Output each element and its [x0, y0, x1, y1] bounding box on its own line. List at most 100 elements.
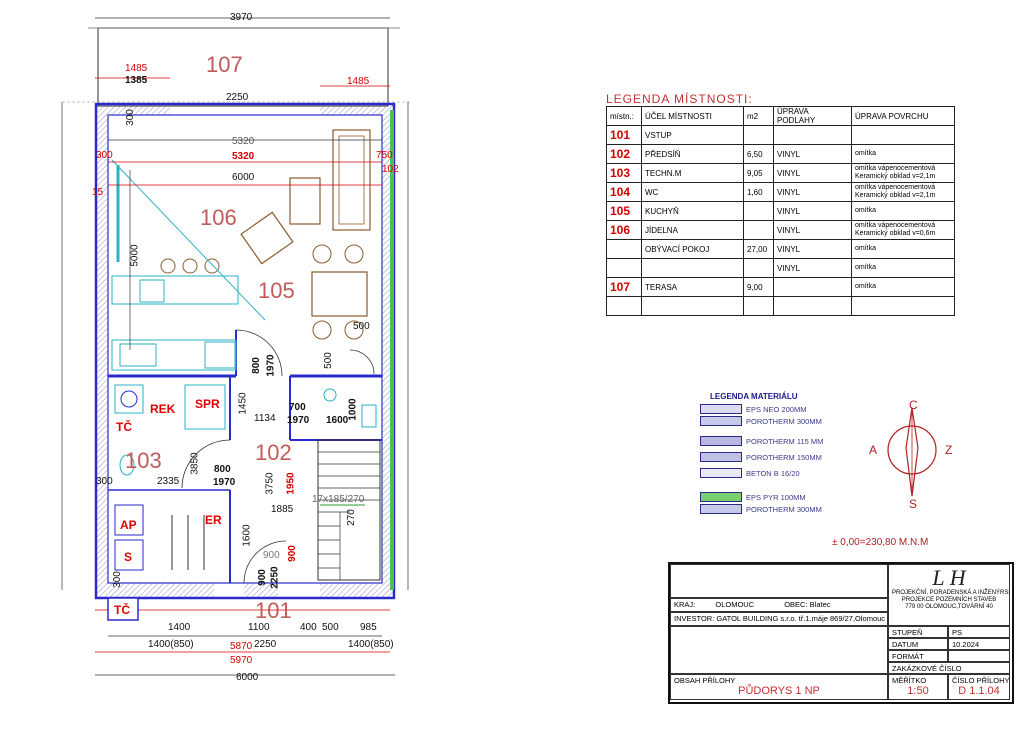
room-legend-area: 9,05: [743, 163, 774, 183]
room-legend-area: [743, 125, 774, 145]
tb-blank: [670, 564, 888, 598]
material-swatch: [700, 436, 742, 446]
meritko-value: 1:50: [907, 685, 929, 697]
compass-south: S: [909, 497, 918, 511]
material-swatch: [700, 468, 742, 478]
room-legend-surface: [851, 125, 955, 145]
priloha-value: D 1.1.04: [958, 685, 1000, 697]
material-item: EPS NEO 200MM: [700, 404, 806, 414]
room-legend-floor: VINYL: [773, 163, 852, 183]
dim-800b: 800: [214, 464, 231, 475]
room-legend-row: [606, 296, 955, 316]
room-legend-floor: [773, 277, 852, 297]
room-legend-row: VINYL omítka: [606, 258, 955, 278]
obec-label: OBEC:: [784, 600, 808, 609]
dim-b-1400-850a: 1400(850): [148, 639, 194, 650]
header-mistn: místn.:: [606, 106, 642, 126]
room-legend-name: JÍDELNA: [641, 220, 744, 240]
material-legend-title: LEGENDA MATERIÁLU: [710, 392, 798, 401]
room-legend-surface: omítka: [851, 277, 955, 297]
room-legend-num: 102: [606, 144, 642, 164]
header-m2: m2: [743, 106, 774, 126]
dim-300a: 300: [124, 109, 136, 126]
dim-1970b: 1970: [287, 415, 310, 426]
dim-270: 270: [345, 509, 357, 526]
room-101-label: 101: [255, 598, 292, 623]
room-legend-area: [743, 220, 774, 240]
room-legend-num: 105: [606, 201, 642, 221]
material-label: POROTHERM 150MM: [746, 452, 822, 462]
format-label: FORMÁT: [888, 650, 948, 662]
tc-label-top: TČ: [116, 420, 132, 434]
obec-value: Blatec: [809, 600, 831, 609]
dim-500a: 500: [353, 321, 370, 332]
room-legend-area: 1,60: [743, 182, 774, 202]
dim-1970c: 1970: [213, 477, 236, 488]
tc-label-bottom: TČ: [114, 603, 130, 617]
room-legend-floor: VINYL: [773, 182, 852, 202]
room-legend-table: místn.: ÚČEL MÍSTNOSTI m2 ÚPRAVA PODLAHY…: [606, 106, 955, 316]
room-legend-area: [743, 258, 774, 278]
material-swatch: [700, 404, 742, 414]
datum-value: 10.2024: [948, 638, 1010, 650]
dim-750: 750: [376, 150, 393, 161]
spr-label: SPR: [195, 397, 220, 411]
obsah-value: PŮDORYS 1 NP: [738, 685, 820, 697]
dim-1600a: 1600: [326, 415, 349, 426]
dim-b-5970: 5970: [230, 655, 253, 666]
room-legend-floor: [773, 296, 852, 316]
dim-300c: 300: [96, 476, 113, 487]
material-label: POROTHERM 115 MM: [746, 436, 824, 446]
dim-5320: 5320: [232, 136, 255, 147]
dim-300d: 300: [111, 571, 123, 588]
room-legend-surface: omítka vápenocementová Keramický obklad …: [851, 182, 955, 202]
room-legend-surface: omítka: [851, 239, 955, 259]
s-label: S: [124, 550, 133, 564]
room-legend-row: 104 WC 1,60 VINYL omítka vápenocementová Ker…: [606, 182, 955, 202]
priloha-label: ČÍSLO PŘÍLOHY: [952, 676, 1010, 685]
dim-1600b: 1600: [241, 524, 253, 547]
format-value: [948, 650, 1010, 662]
material-swatch: [700, 492, 742, 502]
compass-west: A: [869, 443, 878, 457]
dim-5320-red: 5320: [232, 151, 255, 162]
room-legend-floor: VINYL: [773, 258, 852, 278]
company-line3: 779 00 OLOMOUC,TOVÁRNÍ 40: [905, 604, 993, 610]
material-item: EPS PYR 100MM: [700, 492, 806, 502]
room-legend-num: [606, 239, 642, 259]
dim-2250-door: 2250: [269, 566, 281, 589]
room-legend-header: místn.: ÚČEL MÍSTNOSTI m2 ÚPRAVA PODLAHY…: [606, 106, 955, 126]
kraj-label: KRAJ:: [674, 600, 696, 609]
room-legend-row: 103 TECHN.M 9,05 VINYL omítka vápenocementov…: [606, 163, 955, 183]
tb-meritko: MĚŘÍTKO 1:50: [888, 674, 948, 700]
dim-300b: 300: [96, 150, 113, 161]
dim-1970a: 1970: [265, 354, 277, 377]
tb-kraj-obec: KRAJ: OLOMOUC OBEC: Blatec: [670, 598, 888, 612]
header-povrchu: ÚPRAVA POVRCHU: [851, 106, 955, 126]
tb-investor: INVESTOR: GATOL BUILDING s.r.o. tř.1.máj…: [670, 612, 888, 626]
room-legend-row: 107 TERASA 9,00 omítka: [606, 277, 955, 297]
room-legend-name: [641, 258, 744, 278]
room-legend-num: 106: [606, 220, 642, 240]
dim-b-2250: 2250: [254, 639, 277, 650]
dim-1134: 1134: [254, 413, 276, 424]
room-legend-name: OBÝVACÍ POKOJ: [641, 239, 744, 259]
compass-north: C: [909, 398, 918, 412]
room-legend-floor: VINYL: [773, 220, 852, 240]
room-legend-surface: [851, 296, 955, 316]
dim-1885: 1885: [271, 504, 294, 515]
material-label: EPS NEO 200MM: [746, 404, 807, 414]
room-legend-row: 102 PŘEDSÍŇ 6,50 VINYL omítka: [606, 144, 955, 164]
dim-15: 15: [92, 187, 104, 198]
dim-900a: 900: [263, 550, 280, 561]
elevation-note: ± 0,00=230,80 M.N.M: [832, 537, 929, 548]
dim-stair: 17x185/270: [312, 494, 365, 505]
room-legend-surface: omítka: [851, 144, 955, 164]
meritko-label: MĚŘÍTKO: [892, 676, 927, 685]
room-legend-floor: VINYL: [773, 144, 852, 164]
room-legend-num: 104: [606, 182, 642, 202]
room-legend-name: VSTUP: [641, 125, 744, 145]
dim-right-red: 1485: [347, 76, 370, 87]
room-legend-num: 101: [606, 125, 642, 145]
room-legend-row: 106 JÍDELNA VINYL omítka vápenocementová Ke…: [606, 220, 955, 240]
